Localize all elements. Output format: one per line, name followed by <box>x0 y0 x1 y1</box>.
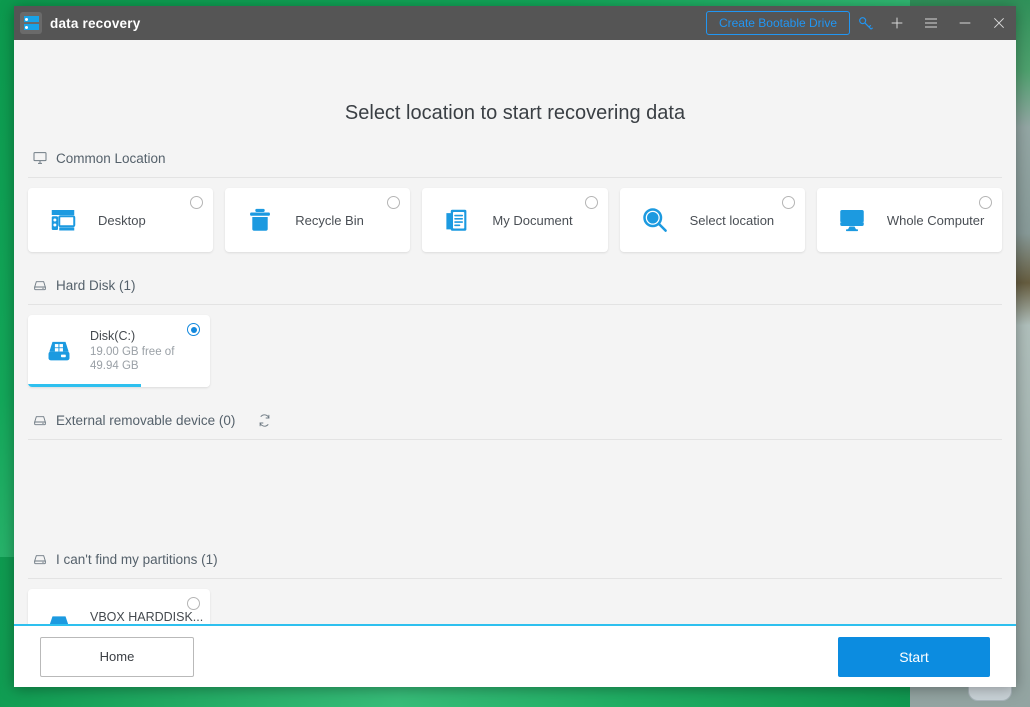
section-external-device: External removable device (0) <box>14 405 1016 435</box>
disk-name: Disk(C:) <box>90 329 136 343</box>
start-button[interactable]: Start <box>838 636 990 677</box>
home-button[interactable]: Home <box>40 636 194 677</box>
disk-card-texts: VBOX HARDDISK... 50.29 GB <box>90 610 203 624</box>
section-label: Hard Disk (1) <box>56 277 136 293</box>
drive-icon <box>42 608 76 624</box>
disk-card-vbox[interactable]: VBOX HARDDISK... 50.29 GB <box>28 589 210 624</box>
location-card-select-location[interactable]: Select location <box>619 188 805 252</box>
recycle-bin-icon <box>243 203 277 237</box>
disk-card-texts: Disk(C:) 19.00 GB free of 49.94 GB <box>90 329 198 373</box>
missing-partition-cards: VBOX HARDDISK... 50.29 GB <box>14 579 1016 624</box>
create-bootable-drive-button[interactable]: Create Bootable Drive <box>705 11 850 35</box>
location-card-whole-computer[interactable]: Whole Computer <box>816 188 1003 252</box>
desktop-icon <box>46 203 80 237</box>
magnifier-icon <box>638 203 672 237</box>
title-bar: data recovery Create Bootable Drive <box>14 6 1016 40</box>
location-card-label: Select location <box>689 212 775 228</box>
section-label: External removable device (0) <box>56 412 236 428</box>
section-label: Common Location <box>56 150 166 166</box>
disk-name: VBOX HARDDISK... <box>90 610 204 624</box>
key-icon[interactable] <box>850 6 880 40</box>
section-label: I can't find my partitions (1) <box>56 551 218 567</box>
section-hard-disk: Hard Disk (1) <box>14 270 1016 300</box>
location-card-label: My Document <box>492 212 573 228</box>
section-common-location: Common Location <box>14 143 1016 173</box>
radio-desktop[interactable] <box>190 196 204 209</box>
radio-my-document[interactable] <box>584 196 598 209</box>
disk-usage-fill <box>28 384 141 387</box>
document-icon <box>440 203 474 237</box>
location-card-label: Whole Computer <box>886 212 985 228</box>
harddisk-icon <box>32 277 48 293</box>
disk-capacity: 19.00 GB free of 49.94 GB <box>90 346 175 372</box>
plus-icon[interactable] <box>880 6 914 40</box>
app-title: data recovery <box>50 15 141 31</box>
computer-icon <box>835 203 869 237</box>
common-location-cards: Desktop Recycle Bin My Document Select l… <box>14 178 1016 252</box>
location-card-label: Desktop <box>98 212 146 228</box>
main-content: Select location to start recovering data… <box>14 40 1016 624</box>
application-window: data recovery Create Bootable Drive Sele… <box>14 6 1016 687</box>
minimize-icon[interactable] <box>948 6 982 40</box>
section-missing-partitions: I can't find my partitions (1) <box>14 544 1016 574</box>
radio-select-location[interactable] <box>781 196 795 209</box>
radio-vbox-harddisk[interactable] <box>187 597 200 610</box>
location-card-desktop[interactable]: Desktop <box>28 188 214 252</box>
server-icon <box>20 12 42 34</box>
hard-disk-cards: Disk(C:) 19.00 GB free of 49.94 GB <box>14 305 1016 387</box>
external-device-empty-area <box>14 440 1016 526</box>
harddisk-icon <box>32 551 48 567</box>
hamburger-menu-icon[interactable] <box>914 6 948 40</box>
location-card-recycle-bin[interactable]: Recycle Bin <box>225 188 411 252</box>
radio-recycle-bin[interactable] <box>387 196 401 209</box>
location-card-my-document[interactable]: My Document <box>422 188 608 252</box>
windows-drive-icon <box>42 334 76 368</box>
close-icon[interactable] <box>982 6 1016 40</box>
location-card-label: Recycle Bin <box>295 212 364 228</box>
monitor-icon <box>32 150 48 166</box>
footer-bar: Home Start <box>14 624 1016 687</box>
disk-card-c[interactable]: Disk(C:) 19.00 GB free of 49.94 GB <box>28 315 210 387</box>
title-bar-actions: Create Bootable Drive <box>705 6 1016 40</box>
refresh-icon[interactable] <box>257 413 272 428</box>
radio-whole-computer[interactable] <box>979 196 993 209</box>
page-title: Select location to start recovering data <box>344 102 686 124</box>
disk-usage-bar <box>28 384 210 387</box>
harddisk-icon <box>32 412 48 428</box>
radio-disk-c[interactable] <box>187 323 200 336</box>
